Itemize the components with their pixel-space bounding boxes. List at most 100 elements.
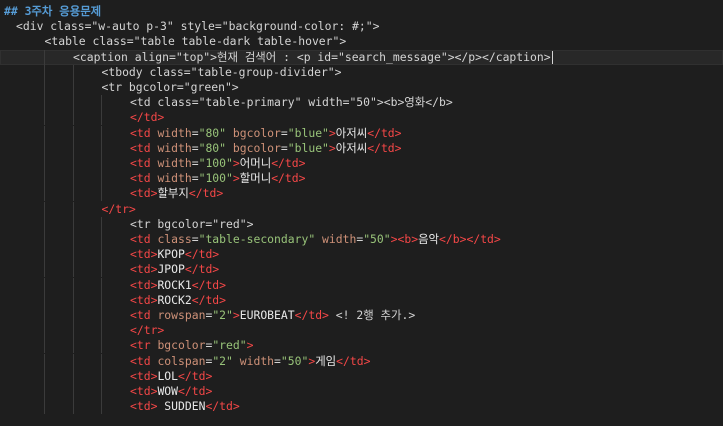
code-line[interactable]: <td>LOL</td> <box>0 368 723 384</box>
indent-guide <box>72 125 74 141</box>
code-text: <tr bgcolor="green"> <box>102 80 239 95</box>
indent-guide <box>44 232 45 247</box>
code-line[interactable]: <table class="table table-dark table-hov… <box>0 34 723 49</box>
code-token: <td <box>130 125 158 140</box>
code-token: <td> <box>130 399 158 414</box>
indent-guide <box>101 262 102 278</box>
code-token: > <box>246 338 254 353</box>
text-cursor <box>551 50 553 64</box>
indent-guide <box>101 95 102 111</box>
indent-guide <box>72 186 74 202</box>
code-token: class <box>157 232 192 246</box>
code-token: "red" <box>212 338 247 353</box>
code-line[interactable]: </td> <box>0 110 723 126</box>
indent-guide <box>101 140 102 156</box>
indent-guide <box>72 156 74 171</box>
code-line[interactable]: </tr> <box>0 323 723 339</box>
code-text: <td colspan="2" width="50">게임</td> <box>130 354 370 369</box>
code-token: rowspan <box>157 308 206 322</box>
code-line[interactable]: <td rowspan="2">EUROBEAT</td> <! 2행 추가.> <box>0 308 723 323</box>
indent-guide <box>72 262 74 278</box>
code-token: = <box>191 140 199 155</box>
code-token: <td> <box>130 262 158 277</box>
code-token: "100" <box>198 171 233 186</box>
code-line[interactable]: <td width="80" bgcolor="blue">아저씨</td> <box>0 125 723 141</box>
indent-guide <box>44 201 45 217</box>
code-token: </tr> <box>101 201 136 216</box>
code-line[interactable]: <td>WOW</td> <box>0 384 723 399</box>
indent-guide <box>72 399 74 415</box>
code-line[interactable]: <tr bgcolor="red"> <box>0 216 723 232</box>
code-token: <td class="table-primary" width="50"><b>… <box>130 95 453 110</box>
code-token: > <box>328 140 336 155</box>
code-line[interactable]: <tr bgcolor="green"> <box>0 80 723 95</box>
code-line[interactable]: <div class="w-auto p-3" style="backgroun… <box>0 19 723 34</box>
code-line[interactable]: <td>JPOP</td> <box>0 262 723 278</box>
code-line[interactable]: <td> SUDDEN</td> <box>0 399 723 415</box>
indent-guide <box>72 201 74 217</box>
code-line[interactable]: <td>KPOP</td> <box>0 247 723 263</box>
code-line[interactable]: <td>ROCK2</td> <box>0 292 723 308</box>
indent-guide <box>101 368 102 384</box>
indent-guide <box>101 277 102 293</box>
code-token: width <box>239 353 275 368</box>
code-token: <td> <box>130 186 158 201</box>
code-token: width <box>157 171 192 186</box>
code-line[interactable]: <td class="table-secondary" width="50"><… <box>0 232 723 247</box>
code-token: <td <box>130 171 158 186</box>
code-token: <table class="table table-dark table-hov… <box>44 34 347 49</box>
code-line[interactable]: <tbody class="table-group-divider"> <box>0 64 723 80</box>
code-editor[interactable]: ## 3주차 응용문제 <div class="w-auto p-3" style… <box>0 0 723 426</box>
indent-guide <box>101 247 102 263</box>
code-token: = <box>280 140 288 155</box>
indent-guide <box>44 262 45 278</box>
indent-guide <box>44 140 45 156</box>
code-text: </tr> <box>102 202 136 217</box>
indent-guide <box>44 247 45 263</box>
indent-guide <box>72 171 74 187</box>
code-token: colspan <box>157 353 206 368</box>
code-text: <td width="80" bgcolor="blue">아저씨</td> <box>130 126 402 141</box>
indent-guide <box>101 323 102 339</box>
code-token: <td> <box>130 292 158 307</box>
code-token: "blue" <box>287 140 329 155</box>
code-line[interactable]: </tr> <box>0 201 723 217</box>
code-line[interactable]: <td width="100">어머니</td> <box>0 156 723 171</box>
indent-guide <box>101 232 102 247</box>
code-token: bgcolor <box>157 338 206 353</box>
code-token: > <box>232 171 240 186</box>
code-text: <td width="80" bgcolor="blue">아저씨</td> <box>130 141 402 156</box>
code-line[interactable]: <td class="table-primary" width="50"><b>… <box>0 95 723 111</box>
code-text: </tr> <box>130 323 164 338</box>
code-text: <div class="w-auto p-3" style="backgroun… <box>16 19 379 34</box>
indent-guide <box>72 277 74 293</box>
indent-guide <box>72 64 74 80</box>
code-line[interactable]: <td>ROCK1</td> <box>0 277 723 293</box>
code-token: </td> <box>130 110 165 125</box>
code-token: 음악 <box>418 232 440 246</box>
code-token: </td> <box>294 308 329 322</box>
code-line[interactable]: ## 3주차 응용문제 <box>0 4 723 19</box>
indent-guide <box>44 49 45 65</box>
indent-guide <box>44 323 45 339</box>
indent-guide <box>72 95 74 111</box>
code-text: <table class="table table-dark table-hov… <box>45 34 347 49</box>
code-token: <td <box>130 308 158 322</box>
code-line[interactable]: <td width="100">할머니</td> <box>0 171 723 187</box>
indent-guide <box>44 308 45 323</box>
indent-guide <box>72 353 74 369</box>
code-line[interactable]: <td colspan="2" width="50">게임</td> <box>0 353 723 369</box>
code-token: <td> <box>130 247 158 262</box>
code-token: </tr> <box>130 323 165 338</box>
code-token: <! 2행 추가.> <box>328 308 416 322</box>
code-line[interactable]: <caption align="top">현재 검색어 : <p id="sea… <box>0 49 723 65</box>
indent-guide <box>44 156 45 171</box>
code-line[interactable]: <td>할부지</td> <box>0 186 723 202</box>
code-text: <td width="100">할머니</td> <box>130 171 306 186</box>
code-text: <td class="table-secondary" width="50"><… <box>130 232 501 247</box>
code-line[interactable]: <tr bgcolor="red"> <box>0 338 723 354</box>
indent-guide <box>44 171 45 187</box>
code-line[interactable]: <td width="80" bgcolor="blue">아저씨</td> <box>0 140 723 156</box>
indent-guide <box>72 308 74 323</box>
